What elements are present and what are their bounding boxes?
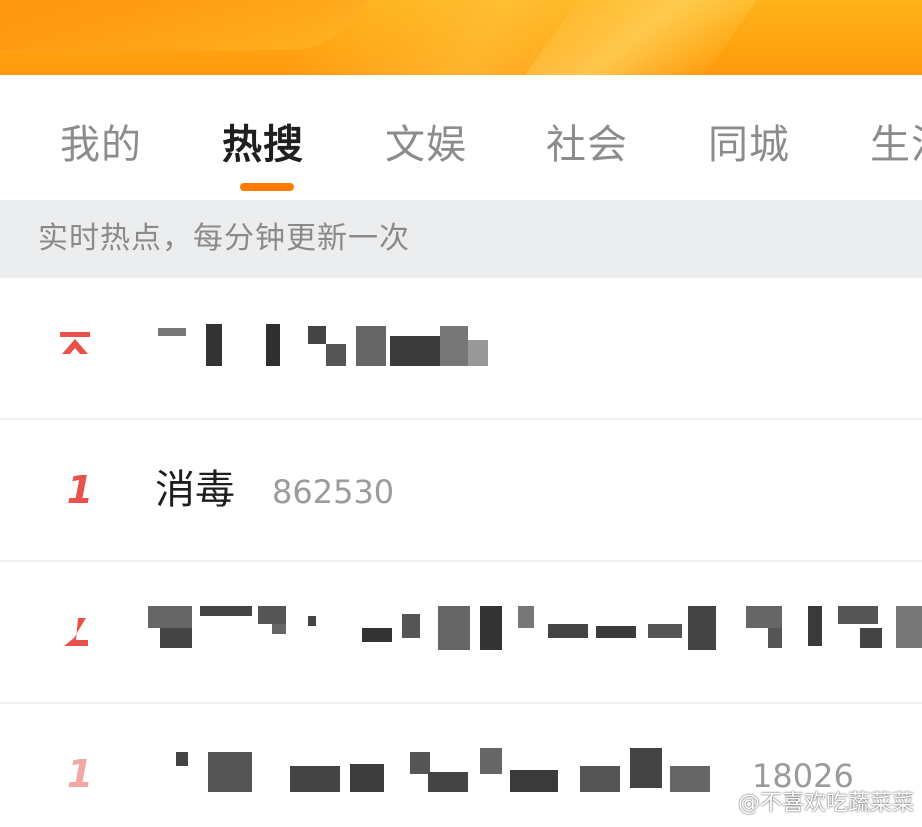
censored-title <box>148 602 922 662</box>
tab-life[interactable]: 生活 <box>870 115 922 175</box>
hot-topic-count: 862530 <box>272 473 395 511</box>
active-tab-indicator <box>240 183 294 191</box>
censored-title <box>170 744 730 804</box>
pinned-top-icon <box>58 328 92 362</box>
header-banner <box>0 0 922 75</box>
list-item[interactable] <box>0 562 922 704</box>
tab-mine[interactable]: 我的 <box>60 115 142 175</box>
tab-local[interactable]: 同城 <box>708 115 790 175</box>
list-item[interactable] <box>0 278 922 420</box>
category-tabs: 我的 热搜 文娱 社会 同城 生活 <box>0 75 922 200</box>
update-notice-bar: 实时热点，每分钟更新一次 <box>0 200 922 278</box>
update-notice-text: 实时热点，每分钟更新一次 <box>38 221 410 256</box>
tab-entertainment[interactable]: 文娱 <box>385 115 467 175</box>
censored-title <box>158 318 488 378</box>
rank-number-2-icon <box>60 612 96 652</box>
hot-topic-title: 消毒 <box>155 467 235 513</box>
rank-number: 1 <box>66 752 94 796</box>
hot-search-page: 我的 热搜 文娱 社会 同城 生活 实时热点，每分钟更新一次 <box>0 0 922 827</box>
tab-hot-search[interactable]: 热搜 <box>222 115 304 175</box>
tab-society[interactable]: 社会 <box>546 115 628 175</box>
list-item[interactable]: 1 消毒 862530 <box>0 420 922 562</box>
rank-number: 1 <box>66 468 94 512</box>
watermark-text: @不喜欢吃蔬菜菜 <box>737 791 914 816</box>
